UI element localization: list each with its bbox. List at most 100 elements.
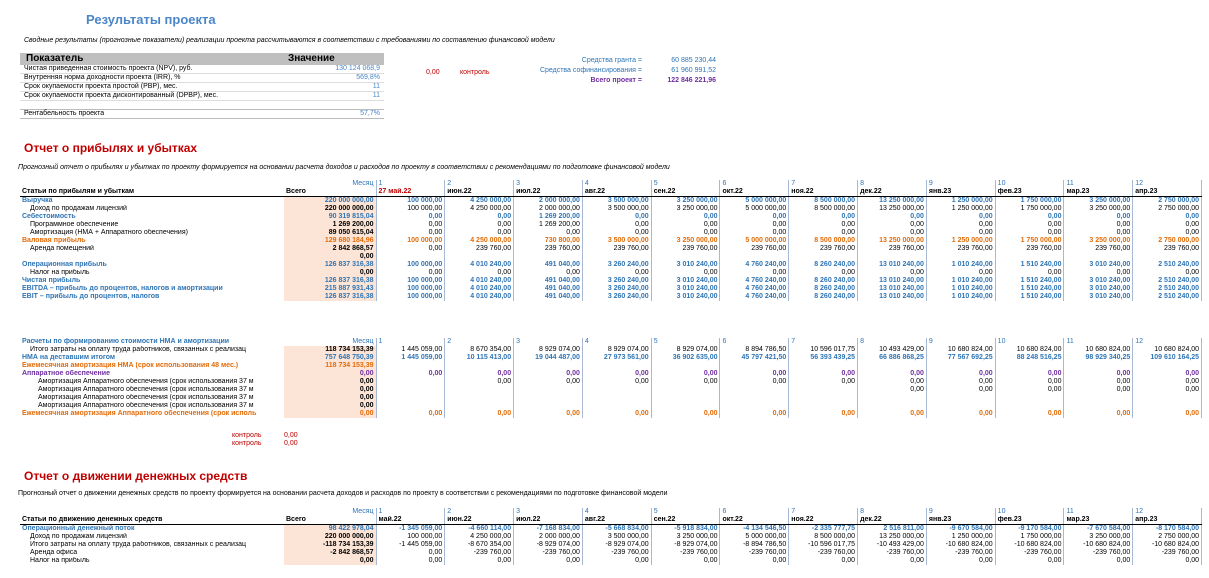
cell-value[interactable] <box>719 253 790 261</box>
cell-value[interactable]: 3 500 000,00 <box>582 205 652 213</box>
cell-value[interactable]: 730 800,00 <box>513 237 583 245</box>
cell-value[interactable]: 3 500 000,00 <box>582 196 652 205</box>
cell-value[interactable]: 1 269 200,00 <box>513 221 583 229</box>
cell-value[interactable] <box>1063 394 1134 402</box>
cell-value[interactable]: 10 680 824,00 <box>995 346 1065 354</box>
row-total[interactable]: 220 000 000,00 <box>284 196 377 205</box>
cell-value[interactable]: 0,00 <box>1132 557 1203 565</box>
cell-value[interactable]: 0,00 <box>719 229 790 237</box>
cell-value[interactable]: 0,00 <box>1063 269 1134 277</box>
cell-value[interactable]: 45 797 421,50 <box>719 354 790 362</box>
cell-value[interactable]: 2 510 240,00 <box>1132 277 1203 285</box>
cell-value[interactable]: 1 010 240,00 <box>926 293 996 301</box>
cell-value[interactable]: 10 680 824,00 <box>1132 346 1203 354</box>
cell-value[interactable]: 239 760,00 <box>444 245 515 253</box>
cell-value[interactable]: 0,00 <box>376 549 446 557</box>
cell-value[interactable]: 1 445 059,00 <box>376 354 446 362</box>
cell-value[interactable] <box>376 394 446 402</box>
cell-value[interactable]: -239 760,00 <box>444 549 515 557</box>
cell-value[interactable] <box>719 386 790 394</box>
cell-value[interactable]: -239 760,00 <box>857 549 927 557</box>
cell-value[interactable]: -10 493 429,00 <box>857 541 927 549</box>
cell-value[interactable]: 0,00 <box>1132 370 1203 378</box>
row-total[interactable]: 0,00 <box>284 269 377 277</box>
cell-value[interactable] <box>788 402 859 410</box>
cell-value[interactable]: -10 680 824,00 <box>926 541 996 549</box>
cell-value[interactable]: 0,00 <box>444 557 515 565</box>
cell-value[interactable] <box>651 362 721 370</box>
row-total[interactable]: 90 319 815,04 <box>284 213 377 221</box>
cell-value[interactable]: 3 010 240,00 <box>1063 285 1134 293</box>
cell-value[interactable]: 100 000,00 <box>376 285 446 293</box>
cell-value[interactable]: -4 660 114,00 <box>444 524 515 533</box>
cell-value[interactable]: 4 760 240,00 <box>719 277 790 285</box>
cell-value[interactable]: 0,00 <box>444 370 515 378</box>
cell-value[interactable]: 3 250 000,00 <box>1063 237 1134 245</box>
row-total[interactable]: 0,00 <box>284 370 377 378</box>
cell-value[interactable]: 4 250 000,00 <box>444 533 515 541</box>
cell-value[interactable]: 0,00 <box>719 557 790 565</box>
cell-value[interactable]: 0,00 <box>857 386 927 394</box>
row-total[interactable]: 220 000 000,00 <box>284 533 377 541</box>
cell-value[interactable]: 13 250 000,00 <box>857 205 927 213</box>
cell-value[interactable]: 0,00 <box>376 370 446 378</box>
cell-value[interactable] <box>376 402 446 410</box>
cell-value[interactable]: 3 500 000,00 <box>582 237 652 245</box>
cell-value[interactable]: 0,00 <box>995 213 1065 221</box>
cell-value[interactable]: 0,00 <box>582 221 652 229</box>
cell-value[interactable] <box>1063 253 1134 261</box>
cell-value[interactable] <box>1132 362 1203 370</box>
cell-value[interactable]: 0,00 <box>1132 378 1203 386</box>
cell-value[interactable]: -7 670 584,00 <box>1063 524 1134 533</box>
row-total[interactable]: 129 680 184,96 <box>284 237 377 245</box>
cell-value[interactable]: -10 680 824,00 <box>1132 541 1203 549</box>
row-total[interactable]: 0,00 <box>284 394 377 402</box>
cell-value[interactable]: 0,00 <box>513 378 583 386</box>
cell-value[interactable]: 3 500 000,00 <box>582 533 652 541</box>
cell-value[interactable]: 8 929 074,00 <box>582 346 652 354</box>
cell-value[interactable] <box>1132 402 1203 410</box>
cell-value[interactable]: 0,00 <box>857 221 927 229</box>
cell-value[interactable] <box>444 394 515 402</box>
cell-value[interactable]: 0,00 <box>651 410 721 418</box>
cell-value[interactable] <box>376 253 446 261</box>
cell-value[interactable]: 13 010 240,00 <box>857 285 927 293</box>
cell-value[interactable]: 56 393 439,25 <box>788 354 859 362</box>
cell-value[interactable]: 2 750 000,00 <box>1132 237 1203 245</box>
cell-value[interactable]: 1 250 000,00 <box>926 237 996 245</box>
cell-value[interactable]: 0,00 <box>513 370 583 378</box>
cell-value[interactable]: 100 000,00 <box>376 293 446 301</box>
cell-value[interactable]: 5 000 000,00 <box>719 533 790 541</box>
cell-value[interactable] <box>788 253 859 261</box>
cell-value[interactable]: 13 010 240,00 <box>857 261 927 269</box>
cell-value[interactable]: 1 010 240,00 <box>926 277 996 285</box>
cell-value[interactable]: 5 000 000,00 <box>719 237 790 245</box>
cell-value[interactable]: 0,00 <box>1132 269 1203 277</box>
row-total[interactable]: 118 734 153,39 <box>284 346 377 354</box>
cell-value[interactable] <box>582 386 652 394</box>
cell-value[interactable]: 0,00 <box>582 269 652 277</box>
row-total[interactable]: 126 837 316,38 <box>284 293 377 301</box>
cell-value[interactable]: 0,00 <box>926 229 996 237</box>
cell-value[interactable]: 100 000,00 <box>376 205 446 213</box>
cell-value[interactable] <box>926 402 996 410</box>
row-total[interactable]: 126 837 316,38 <box>284 277 377 285</box>
cell-value[interactable]: 88 248 516,25 <box>995 354 1065 362</box>
cell-value[interactable]: 0,00 <box>995 557 1065 565</box>
cell-value[interactable] <box>513 394 583 402</box>
cell-value[interactable]: 1 510 240,00 <box>995 277 1065 285</box>
cell-value[interactable]: 1 250 000,00 <box>926 533 996 541</box>
cell-value[interactable]: 0,00 <box>376 410 446 418</box>
cell-value[interactable]: 0,00 <box>582 213 652 221</box>
cell-value[interactable] <box>857 253 927 261</box>
cell-value[interactable]: 0,00 <box>444 221 515 229</box>
cell-value[interactable] <box>513 402 583 410</box>
summary-row-value[interactable]: 11 <box>280 83 380 91</box>
cell-value[interactable]: 8 500 000,00 <box>788 533 859 541</box>
cell-value[interactable]: -5 668 834,00 <box>582 524 652 533</box>
row-total[interactable]: 118 734 153,39 <box>284 362 377 370</box>
cell-value[interactable] <box>513 362 583 370</box>
cell-value[interactable]: -8 170 584,00 <box>1132 524 1203 533</box>
cell-value[interactable]: 0,00 <box>582 378 652 386</box>
cell-value[interactable]: 8 929 074,00 <box>513 346 583 354</box>
